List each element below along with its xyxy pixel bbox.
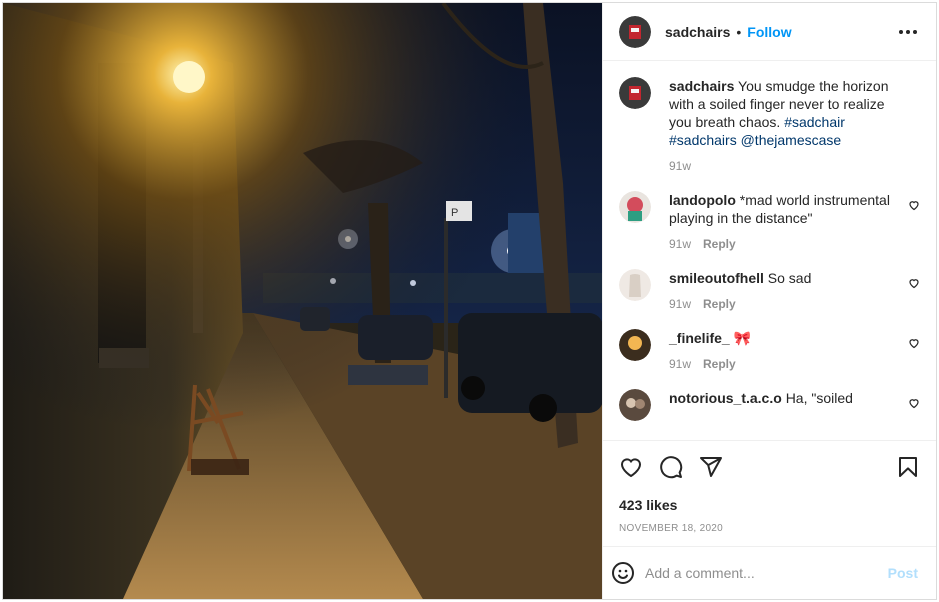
share-icon[interactable] bbox=[691, 447, 731, 487]
comment-username[interactable]: notorious_t.a.c.o bbox=[669, 390, 782, 406]
hashtag-link[interactable]: #sadchair bbox=[784, 114, 845, 130]
likes-count[interactable]: 423 likes bbox=[611, 487, 928, 513]
night-street-photo: P bbox=[3, 3, 602, 599]
comments-list[interactable]: sadchairs You smudge the horizon with a … bbox=[603, 61, 936, 440]
comment-input[interactable] bbox=[643, 564, 880, 582]
svg-text:P: P bbox=[451, 207, 458, 219]
avatar[interactable] bbox=[619, 77, 651, 109]
avatar[interactable] bbox=[619, 191, 651, 223]
add-comment-bar: Post bbox=[603, 546, 936, 599]
post-button[interactable]: Post bbox=[880, 565, 926, 581]
follow-button[interactable]: Follow bbox=[747, 24, 791, 40]
avatar[interactable] bbox=[619, 329, 651, 361]
bookmark-icon[interactable] bbox=[888, 447, 928, 487]
avatar[interactable] bbox=[619, 389, 651, 421]
post-date: NOVEMBER 18, 2020 bbox=[619, 523, 724, 534]
comment-text: Ha, "soiled bbox=[785, 390, 853, 406]
avatar-image bbox=[619, 15, 651, 48]
comment-body: smileoutofhell So sad 91w Reply bbox=[669, 269, 920, 313]
like-comment-icon[interactable] bbox=[908, 277, 920, 289]
comment-body: landopolo *mad world instrumental playin… bbox=[669, 191, 920, 253]
action-icons bbox=[611, 447, 928, 487]
caption-username[interactable]: sadchairs bbox=[669, 78, 734, 94]
comment-time: 91w bbox=[669, 237, 692, 251]
comment-username[interactable]: _finelife_ bbox=[669, 330, 730, 346]
post-header: sadchairs • Follow bbox=[603, 3, 936, 61]
like-comment-icon[interactable] bbox=[908, 337, 920, 349]
reply-button[interactable]: Reply bbox=[703, 355, 736, 373]
action-bar: 423 likes NOVEMBER 18, 2020 bbox=[603, 440, 936, 546]
hashtag-link[interactable]: #sadchairs bbox=[669, 132, 737, 148]
comment-time: 91w bbox=[669, 297, 692, 311]
avatar[interactable] bbox=[619, 15, 651, 48]
comment-row: landopolo *mad world instrumental playin… bbox=[619, 191, 920, 253]
caption-time: 91w bbox=[669, 159, 692, 173]
comment-icon[interactable] bbox=[651, 447, 691, 487]
post-card: P sadchairs • Follow sadchairs You smudg… bbox=[2, 2, 937, 600]
more-options-icon[interactable] bbox=[896, 20, 920, 44]
mention-link[interactable]: @thejamescase bbox=[741, 132, 842, 148]
comment-row: smileoutofhell So sad 91w Reply bbox=[619, 269, 920, 313]
comment-row: _finelife_ 🎀 91w Reply bbox=[619, 329, 920, 373]
caption-body: sadchairs You smudge the horizon with a … bbox=[669, 77, 920, 175]
post-sidebar: sadchairs • Follow sadchairs You smudge … bbox=[602, 3, 936, 599]
header-username[interactable]: sadchairs bbox=[665, 24, 730, 40]
comment-body: notorious_t.a.c.o Ha, "soiled bbox=[669, 389, 920, 421]
comment-row: notorious_t.a.c.o Ha, "soiled bbox=[619, 389, 920, 421]
comment-body: _finelife_ 🎀 91w Reply bbox=[669, 329, 920, 373]
comment-username[interactable]: landopolo bbox=[669, 192, 736, 208]
like-comment-icon[interactable] bbox=[908, 397, 920, 409]
emoji-icon[interactable] bbox=[603, 561, 643, 585]
avatar[interactable] bbox=[619, 269, 651, 301]
post-photo[interactable]: P bbox=[3, 3, 602, 599]
comment-text: 🎀 bbox=[733, 330, 752, 346]
like-comment-icon[interactable] bbox=[908, 199, 920, 211]
caption-row: sadchairs You smudge the horizon with a … bbox=[619, 77, 920, 175]
comment-username[interactable]: smileoutofhell bbox=[669, 270, 764, 286]
like-icon[interactable] bbox=[611, 447, 651, 487]
comment-text: So sad bbox=[767, 270, 812, 286]
separator-dot: • bbox=[736, 23, 742, 40]
comment-time: 91w bbox=[669, 357, 692, 371]
reply-button[interactable]: Reply bbox=[703, 235, 736, 253]
reply-button[interactable]: Reply bbox=[703, 295, 736, 313]
